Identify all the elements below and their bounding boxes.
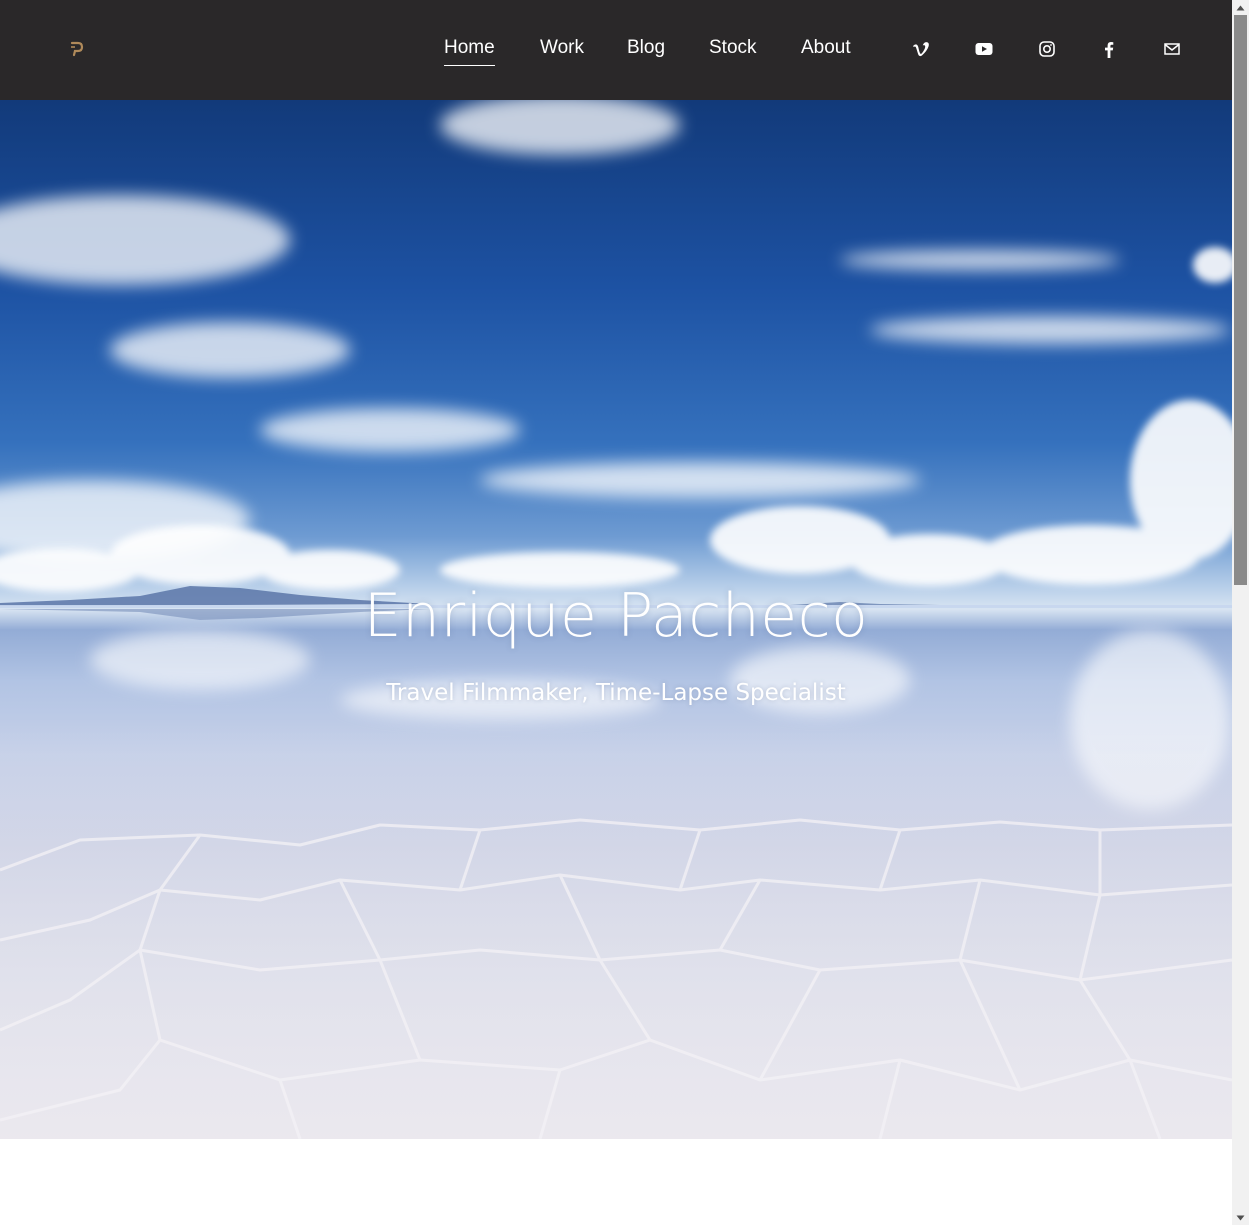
scrollbar-thumb[interactable] [1234,15,1247,585]
site-header: Home Work Blog Stock About [0,0,1232,100]
nav-work[interactable]: Work [540,36,584,62]
facebook-link[interactable] [1098,38,1120,60]
nav-stock[interactable]: Stock [709,36,757,62]
vertical-scrollbar[interactable] [1232,0,1249,1225]
page: Home Work Blog Stock About Enrique Pache… [0,0,1232,1225]
main-nav: Home Work Blog Stock About [0,0,1232,100]
youtube-link[interactable] [973,38,995,60]
triangle-up-icon [1236,5,1245,10]
instagram-link[interactable] [1036,38,1058,60]
vimeo-icon [913,42,929,57]
facebook-icon [1105,41,1114,58]
nav-home[interactable]: Home [444,36,495,66]
instagram-icon [1039,41,1055,57]
youtube-icon [975,43,993,55]
content-section [0,1139,1232,1225]
email-link[interactable] [1161,38,1183,60]
hero-title: Enrique Pacheco [363,581,869,652]
scroll-up-arrow[interactable] [1232,0,1249,15]
triangle-down-icon [1236,1215,1245,1220]
hero-subtitle: Travel Filmmaker, Time-Lapse Specialist [386,680,846,706]
mail-icon [1164,43,1180,55]
scroll-down-arrow[interactable] [1232,1210,1249,1225]
vimeo-link[interactable] [910,38,932,60]
nav-blog[interactable]: Blog [627,36,665,62]
hero-banner: Enrique Pacheco Travel Filmmaker, Time-L… [0,100,1232,1139]
nav-about[interactable]: About [801,36,851,62]
